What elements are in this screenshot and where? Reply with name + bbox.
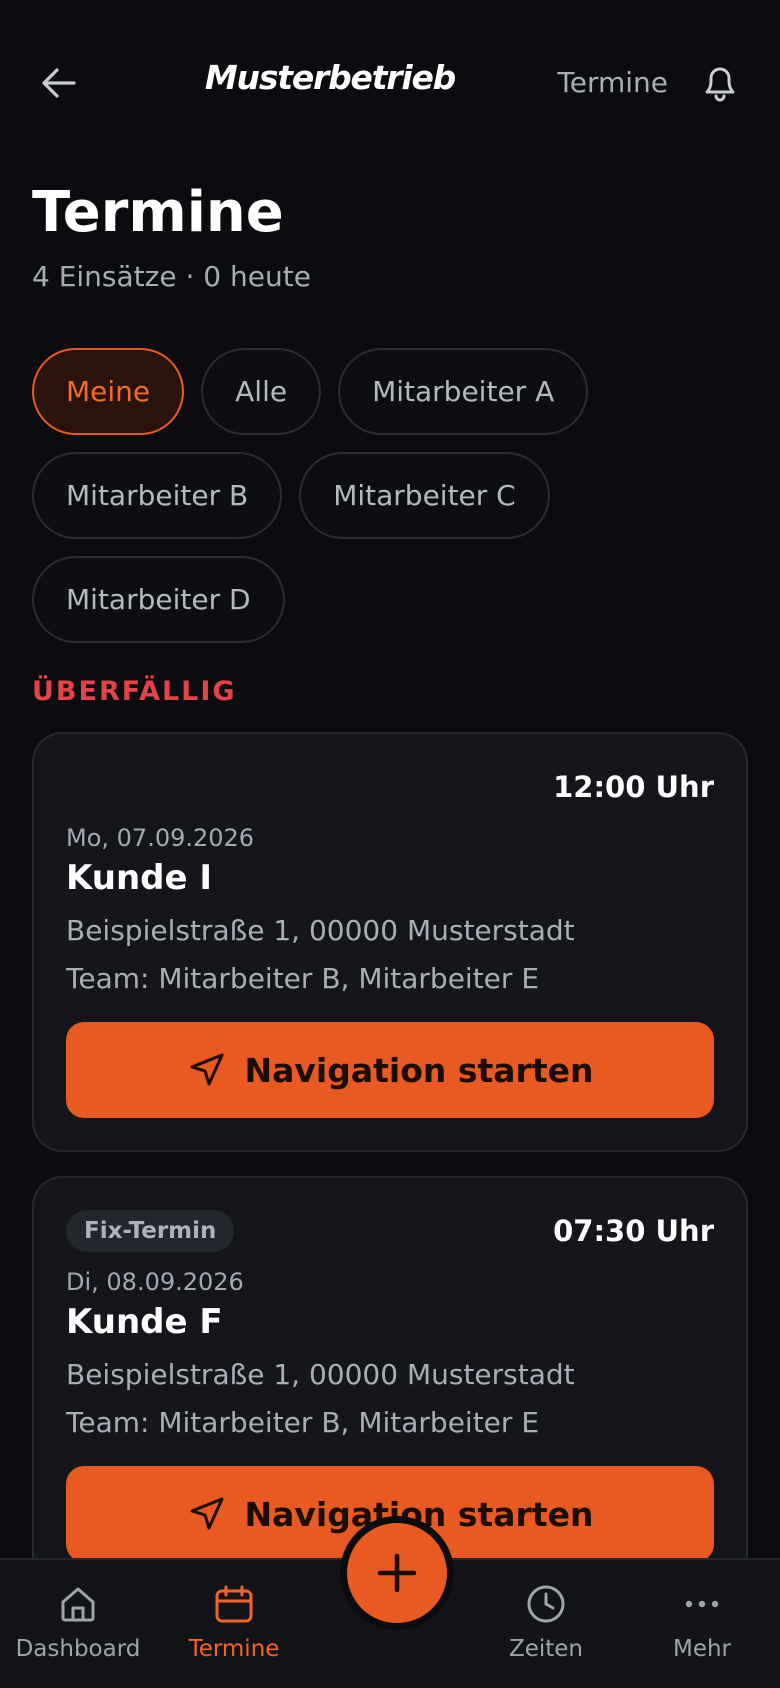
filter-chip-mitarbeiter-b[interactable]: Mitarbeiter B bbox=[32, 452, 283, 539]
page-subtitle: 4 Einsätze · 0 heute bbox=[32, 260, 311, 293]
appointment-date: Di, 08.09.2026 bbox=[66, 1268, 244, 1296]
tab-label: Termine bbox=[188, 1636, 280, 1662]
customer-name: Kunde I bbox=[66, 858, 213, 898]
filter-chips: Meine Alle Mitarbeiter A Mitarbeiter B M… bbox=[32, 348, 752, 643]
appointment-date: Mo, 07.09.2026 bbox=[66, 824, 255, 852]
appointment-address: Beispielstraße 1, 00000 Musterstadt bbox=[66, 1358, 575, 1391]
app-screen: Musterbetrieb Termine Termine 4 Einsätze… bbox=[0, 0, 780, 1688]
tab-label: Mehr bbox=[672, 1636, 732, 1662]
termine-link[interactable]: Termine bbox=[557, 66, 668, 99]
calendar-icon bbox=[212, 1582, 256, 1626]
start-navigation-button[interactable]: Navigation starten bbox=[66, 1022, 714, 1118]
appointment-card[interactable]: 12:00 Uhr Mo, 07.09.2026 Kunde I Beispie… bbox=[32, 732, 748, 1152]
customer-name: Kunde F bbox=[66, 1302, 223, 1342]
tab-mehr[interactable]: Mehr bbox=[624, 1560, 780, 1688]
appointment-team: Team: Mitarbeiter B, Mitarbeiter E bbox=[66, 962, 540, 995]
notifications-button[interactable] bbox=[698, 60, 742, 104]
bell-icon bbox=[705, 67, 735, 102]
appointment-time: 12:00 Uhr bbox=[553, 770, 714, 804]
filter-chip-alle[interactable]: Alle bbox=[201, 348, 322, 435]
filter-chip-mitarbeiter-a[interactable]: Mitarbeiter A bbox=[338, 348, 589, 435]
more-icon bbox=[680, 1582, 724, 1626]
top-bar: Musterbetrieb Termine bbox=[0, 40, 780, 126]
filter-chip-mitarbeiter-c[interactable]: Mitarbeiter C bbox=[299, 452, 550, 539]
appointment-team: Team: Mitarbeiter B, Mitarbeiter E bbox=[66, 1406, 540, 1439]
plus-icon bbox=[377, 1553, 417, 1593]
clock-icon bbox=[524, 1582, 568, 1626]
tab-label: Zeiten bbox=[508, 1636, 584, 1662]
appointment-time: 07:30 Uhr bbox=[553, 1214, 714, 1248]
start-navigation-label: Navigation starten bbox=[244, 1050, 594, 1090]
overdue-section-label: ÜBERFÄLLIG bbox=[32, 676, 237, 707]
tab-label: Dashboard bbox=[15, 1636, 141, 1662]
home-icon bbox=[56, 1582, 100, 1626]
tab-zeiten[interactable]: Zeiten bbox=[468, 1560, 624, 1688]
navigation-arrow-icon bbox=[187, 1050, 227, 1090]
filter-chip-mitarbeiter-d[interactable]: Mitarbeiter D bbox=[32, 556, 285, 643]
appointment-address: Beispielstraße 1, 00000 Musterstadt bbox=[66, 914, 575, 947]
filter-chip-meine[interactable]: Meine bbox=[32, 348, 185, 435]
tab-termine[interactable]: Termine bbox=[156, 1560, 312, 1688]
add-appointment-button[interactable] bbox=[340, 1516, 454, 1630]
fix-termin-badge: Fix-Termin bbox=[66, 1210, 235, 1252]
page-title: Termine bbox=[32, 180, 284, 245]
tab-dashboard[interactable]: Dashboard bbox=[0, 1560, 156, 1688]
navigation-arrow-icon bbox=[187, 1494, 227, 1534]
